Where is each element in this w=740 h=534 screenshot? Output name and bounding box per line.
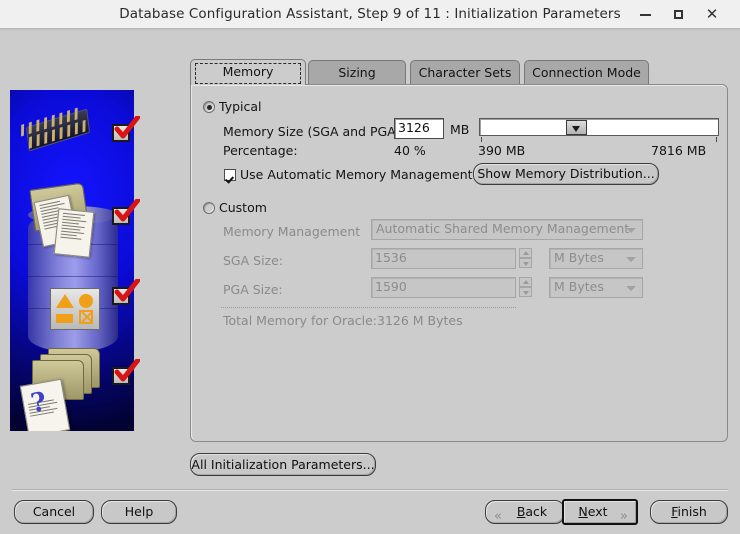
footer-separator [12, 489, 728, 491]
slider-max-label: 7816 MB [651, 143, 707, 158]
pga-size-unit-value: M Bytes [554, 279, 604, 294]
tab-memory[interactable]: Memory [190, 59, 306, 85]
step-check-3 [112, 279, 140, 307]
pga-size-label: PGA Size: [223, 282, 283, 297]
percentage-value: 40 % [394, 143, 426, 158]
red-check-icon [114, 199, 140, 222]
radio-custom[interactable] [203, 202, 215, 214]
red-check-icon [114, 116, 140, 139]
back-button-label-rest: ack [525, 504, 548, 519]
total-memory-label: Total Memory for Oracle: [223, 313, 378, 328]
window-title: Database Configuration Assistant, Step 9… [119, 6, 621, 22]
slider-tick-max [716, 137, 717, 142]
radio-typical-label: Typical [219, 99, 262, 114]
help-button[interactable]: Help [101, 500, 177, 524]
radio-custom-label: Custom [219, 200, 267, 215]
cancel-button[interactable]: Cancel [14, 500, 94, 524]
slider-tick-min [481, 137, 482, 142]
document-icon [53, 208, 95, 258]
step-check-4 [112, 359, 140, 387]
slider-min-label: 390 MB [478, 143, 526, 158]
memory-size-slider[interactable] [479, 118, 719, 136]
tab-memory-label: Memory [222, 64, 274, 79]
tab-character-sets[interactable]: Character Sets [410, 60, 520, 85]
memory-size-input[interactable]: 3126 [394, 118, 444, 139]
next-button-label-rest: ext [587, 504, 608, 519]
pga-size-unit-select[interactable]: M Bytes [549, 277, 643, 298]
red-check-icon [114, 279, 140, 302]
step-check-2 [112, 199, 140, 227]
next-button[interactable]: Next » [562, 499, 638, 525]
chevron-left-icon: « [494, 509, 502, 524]
memory-tab-panel: Typical Memory Size (SGA and PGA): 3126 … [190, 84, 728, 442]
tab-sizing[interactable]: Sizing [308, 60, 406, 85]
close-icon[interactable]: ✕ [697, 0, 727, 29]
total-memory-value: 3126 M Bytes [377, 313, 463, 328]
tab-sizing-label: Sizing [338, 65, 376, 80]
pga-size-stepper[interactable] [519, 277, 532, 297]
sga-size-unit-select[interactable]: M Bytes [549, 248, 643, 269]
chevron-right-icon: » [620, 509, 628, 524]
memory-management-select[interactable]: Automatic Shared Memory Management [371, 219, 643, 240]
memory-management-value: Automatic Shared Memory Management [376, 221, 630, 236]
help-button-label: Help [124, 504, 154, 519]
sga-size-label: SGA Size: [223, 253, 284, 268]
radio-typical[interactable] [203, 101, 215, 113]
title-bar: Database Configuration Assistant, Step 9… [0, 0, 740, 29]
red-check-icon [114, 359, 140, 382]
amm-checkbox-label: Use Automatic Memory Management [240, 167, 473, 182]
memory-management-label: Memory Management [223, 224, 361, 239]
percentage-label: Percentage: [223, 143, 298, 158]
finish-button[interactable]: Finish [650, 500, 728, 524]
amm-checkbox[interactable] [224, 169, 236, 181]
titlebar-shadow [0, 29, 740, 31]
maximize-icon[interactable] [663, 0, 693, 29]
question-document-icon: ? [19, 378, 71, 431]
pga-size-input[interactable]: 1590 [371, 277, 516, 298]
sga-size-stepper[interactable] [519, 248, 532, 268]
tab-character-sets-label: Character Sets [418, 65, 512, 80]
finish-button-label-rest: inish [677, 504, 707, 519]
tab-connection-mode-label: Connection Mode [532, 65, 641, 80]
step-check-1 [112, 116, 140, 144]
back-button[interactable]: « Back [485, 500, 565, 524]
chevron-down-icon [626, 256, 636, 262]
show-memory-distribution-button[interactable]: Show Memory Distribution... [473, 163, 659, 185]
sga-size-unit-value: M Bytes [554, 250, 604, 265]
memory-size-label: Memory Size (SGA and PGA): [223, 124, 405, 139]
sga-size-input[interactable]: 1536 [371, 248, 516, 269]
chevron-down-icon [626, 227, 636, 233]
total-separator [221, 307, 516, 308]
tab-connection-mode[interactable]: Connection Mode [524, 60, 649, 85]
all-initialization-parameters-button[interactable]: All Initialization Parameters... [190, 453, 376, 476]
minimize-icon[interactable] [630, 0, 660, 29]
memory-size-slider-thumb[interactable] [566, 120, 587, 135]
memory-chip-legs [18, 103, 101, 153]
dbca-window: Database Configuration Assistant, Step 9… [0, 0, 740, 534]
shapes-panel-icon [50, 288, 100, 330]
chevron-down-icon [626, 285, 636, 291]
tab-bar: Memory Sizing Character Sets Connection … [190, 59, 730, 85]
memory-size-unit-label: MB [450, 122, 470, 137]
